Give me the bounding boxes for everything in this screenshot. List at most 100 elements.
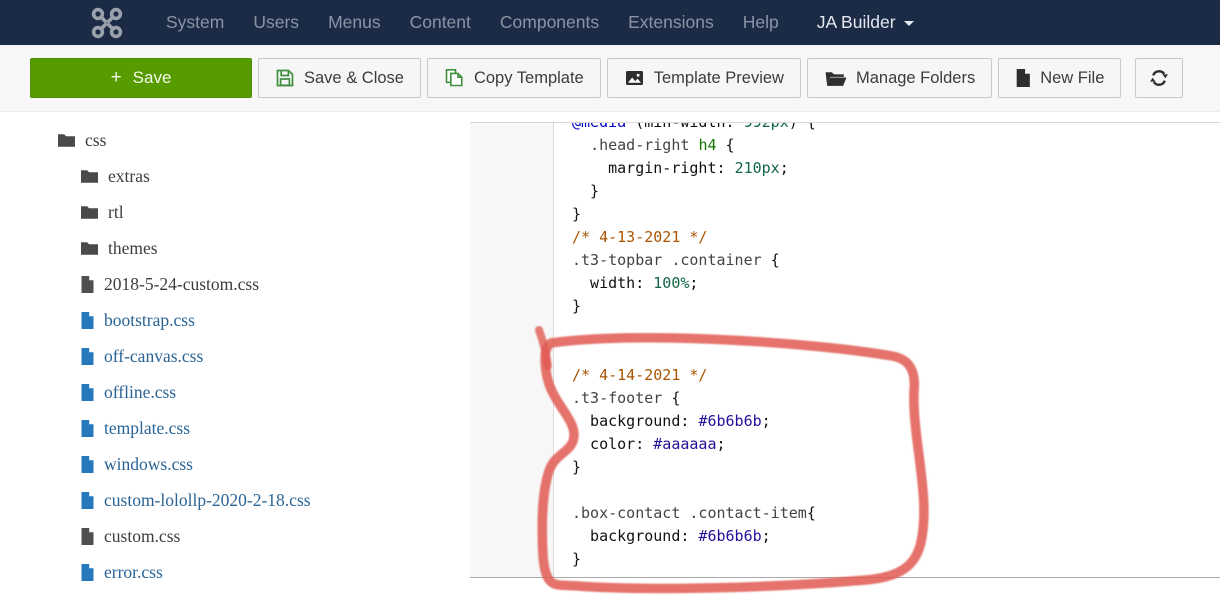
tree-folder-extras[interactable]: extras [0,158,468,194]
toolbar: + Save Save & Close Copy Template Template P… [0,45,1220,112]
joomla-logo-icon[interactable] [84,6,130,40]
file-icon [80,347,95,366]
code-line-189[interactable]: 189@media (min-width: 992px) { [470,122,1220,134]
tree-item-label: offline.css [104,381,177,402]
code-text: @media (min-width: 992px) { [572,122,816,131]
tree-file-custom.css[interactable]: custom.css [0,518,468,554]
template-preview-button[interactable]: Template Preview [606,58,801,98]
new-file-button[interactable]: New File [998,58,1122,98]
save-close-button[interactable]: Save & Close [258,58,421,98]
code-text: } [572,182,600,200]
tree-file-template.css[interactable]: template.css [0,410,468,446]
refresh-button[interactable] [1135,58,1184,98]
code-text: /* 4-14-2021 */ [572,366,708,384]
code-line-207[interactable]: 207 background: #6b6b6b; [470,525,1220,548]
tree-file-error.css[interactable]: error.css [0,554,468,590]
file-icon [80,563,95,582]
user-menu[interactable]: JA Builder [817,12,914,33]
file-icon [80,527,95,546]
code-text: .head-right h4 { [590,136,735,154]
tree-item-label: css [85,129,107,150]
template-preview-button-label: Template Preview [653,68,784,87]
code-line-190[interactable]: 190▾ .head-right h4 { [470,134,1220,157]
code-line-208[interactable]: 208} [470,548,1220,571]
plus-icon: + [110,67,122,88]
nav-item-content[interactable]: Content [410,12,471,33]
file-icon [80,383,95,402]
folder-open-icon [824,69,847,88]
save-button-label: Save [132,68,172,87]
tree-folder-rtl[interactable]: rtl [0,194,468,230]
code-text: .t3-footer { [572,389,681,407]
code-text: } [572,550,582,568]
code-line-196[interactable]: 196 width: 100%; [470,272,1220,295]
code-line-193[interactable]: 193} [470,203,1220,226]
code-line-205[interactable]: 205 [470,479,1220,502]
code-line-199[interactable]: 199 [470,341,1220,364]
folder-icon [80,204,99,220]
nav-item-components[interactable]: Components [500,12,599,33]
code-line-192[interactable]: 192 } [470,180,1220,203]
tree-item-label: off-canvas.css [104,345,204,366]
code-line-203[interactable]: 203 color: #aaaaaa; [470,433,1220,456]
code-text: background: #6b6b6b; [572,527,771,545]
file-icon [80,455,95,474]
tree-item-label: bootstrap.css [104,309,195,330]
tree-file-off-canvas.css[interactable]: off-canvas.css [0,338,468,374]
nav-item-menus[interactable]: Menus [328,12,381,33]
tree-file-windows.css[interactable]: windows.css [0,446,468,482]
save-close-button-label: Save & Close [304,68,404,87]
tree-file-partial[interactable] [0,590,468,599]
new-file-icon [1015,68,1031,88]
top-navbar: System Users Menus Content Components Extensi… [0,0,1220,45]
code-text: .t3-topbar .container { [572,251,780,269]
tree-folder-css[interactable]: css [0,122,468,158]
folder-icon [57,132,76,148]
new-file-button-label: New File [1040,68,1105,87]
code-line-197[interactable]: 197} [470,295,1220,318]
file-tree: css extras rtl themes 2018-5-24-custom.css bo… [0,122,468,599]
code-text: color: #aaaaaa; [572,435,726,453]
tree-item-label: extras [108,165,150,186]
tree-file-bootstrap.css[interactable]: bootstrap.css [0,302,468,338]
code-text: } [572,458,582,476]
tree-item-label: custom-lolollp-2020-2-18.css [104,489,311,510]
code-line-195[interactable]: 195▾.t3-topbar .container { [470,249,1220,272]
file-icon [80,419,95,438]
refresh-icon [1149,68,1169,88]
copy-template-button[interactable]: Copy Template [426,58,601,98]
user-menu-label: JA Builder [816,12,896,32]
code-text: margin-right: 210px; [572,159,789,177]
manage-folders-button[interactable]: Manage Folders [806,58,993,98]
folder-icon [80,240,99,256]
save-button[interactable]: + Save [30,58,252,98]
nav-item-users[interactable]: Users [253,12,299,33]
tree-item-label: custom.css [104,525,181,546]
code-line-206[interactable]: 206▾.box-contact .contact-item{ [470,502,1220,525]
code-line-191[interactable]: 191 margin-right: 210px; [470,157,1220,180]
tree-file-offline.css[interactable]: offline.css [0,374,468,410]
floppy-icon [275,68,295,88]
code-text: /* 4-13-2021 */ [572,228,708,246]
nav-item-system[interactable]: System [166,12,224,33]
code-line-198[interactable]: 198 [470,318,1220,341]
file-icon [80,491,95,510]
nav-item-extensions[interactable]: Extensions [628,12,714,33]
tree-file-custom-lolollp-2020-2-18.css[interactable]: custom-lolollp-2020-2-18.css [0,482,468,518]
code-text: } [572,205,582,223]
code-line-194[interactable]: 194/* 4-13-2021 */ [470,226,1220,249]
nav-item-help[interactable]: Help [743,12,779,33]
tree-folder-themes[interactable]: themes [0,230,468,266]
file-icon [80,275,95,294]
copy-template-button-label: Copy Template [473,68,584,87]
code-line-204[interactable]: 204} [470,456,1220,479]
tree-file-2018-5-24-custom.css[interactable]: 2018-5-24-custom.css [0,266,468,302]
code-line-200[interactable]: 200/* 4-14-2021 */ [470,364,1220,387]
code-editor[interactable]: 189@media (min-width: 992px) {190▾ .head… [470,122,1220,578]
code-text: } [572,297,582,315]
code-line-202[interactable]: 202 background: #6b6b6b; [470,410,1220,433]
code-line-201[interactable]: 201▾.t3-footer { [470,387,1220,410]
manage-folders-button-label: Manage Folders [855,68,976,87]
